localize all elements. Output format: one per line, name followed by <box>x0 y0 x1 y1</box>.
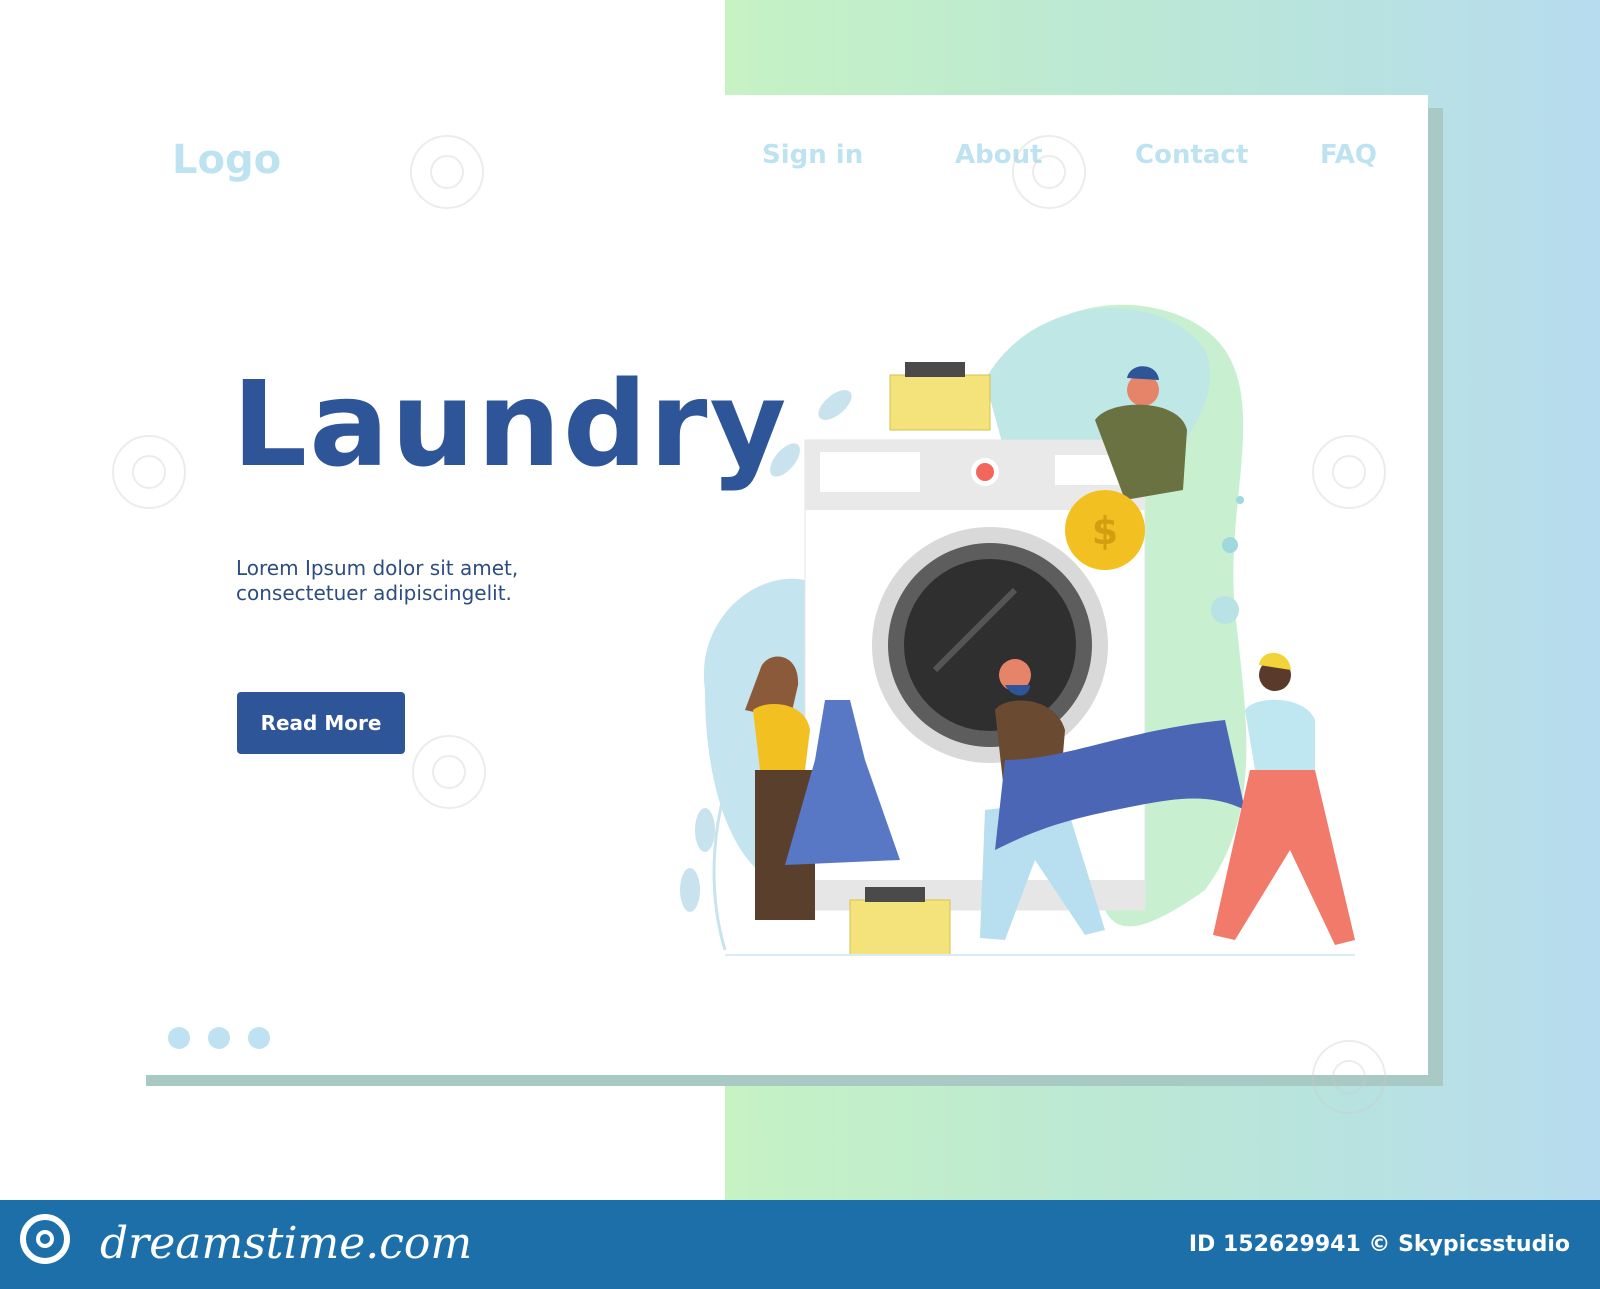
person-shirt <box>753 704 810 770</box>
watermark-icon <box>1312 1040 1386 1114</box>
svg-text:$: $ <box>1092 509 1118 553</box>
bubble-icon <box>1211 596 1239 624</box>
carousel-dot-1[interactable] <box>168 1027 190 1049</box>
nav-sign-in[interactable]: Sign in <box>762 140 863 170</box>
laundry-illustration: $ <box>680 304 1355 956</box>
hero-description: Lorem Ipsum dolor sit amet, consectetuer… <box>236 556 566 606</box>
carousel-dot-2[interactable] <box>208 1027 230 1049</box>
footer-image-id: ID 152629941 © Skypicsstudio <box>1188 1232 1570 1257</box>
carousel-dot-3[interactable] <box>248 1027 270 1049</box>
laundry-basket-icon <box>849 899 951 956</box>
footer-brand[interactable]: dreamstime.com <box>100 1218 472 1269</box>
hero-text-line-1: Lorem Ipsum dolor sit amet, <box>236 556 519 580</box>
folded-clothes-icon <box>905 362 965 377</box>
watermark-icon <box>112 435 186 509</box>
bubble-icon <box>1222 537 1238 553</box>
hero-text-line-2: consectetuer adipiscingelit. <box>236 581 512 605</box>
person-shirt <box>1245 699 1315 770</box>
nav-contact[interactable]: Contact <box>1135 140 1248 170</box>
laundry-basket-icon <box>889 374 991 431</box>
folded-clothes-icon <box>865 887 925 902</box>
power-button-icon <box>976 463 994 481</box>
watermark-icon <box>1012 135 1086 209</box>
leaf-icon <box>770 443 800 477</box>
leaf-icon <box>695 808 715 852</box>
bubble-icon <box>1236 496 1244 504</box>
leaf-icon <box>818 390 852 420</box>
logo[interactable]: Logo <box>172 137 281 183</box>
nav-faq[interactable]: FAQ <box>1320 140 1377 170</box>
dreamstime-logo-icon <box>20 1214 70 1264</box>
washing-machine-display <box>820 452 920 492</box>
footer-bar: dreamstime.com ID 152629941 © Skypicsstu… <box>0 1200 1600 1289</box>
watermark-icon <box>410 135 484 209</box>
read-more-button[interactable]: Read More <box>237 692 405 754</box>
washing-machine-glass <box>904 559 1076 731</box>
watermark-icon <box>1312 435 1386 509</box>
leaf-icon <box>680 868 700 912</box>
watermark-icon <box>412 735 486 809</box>
